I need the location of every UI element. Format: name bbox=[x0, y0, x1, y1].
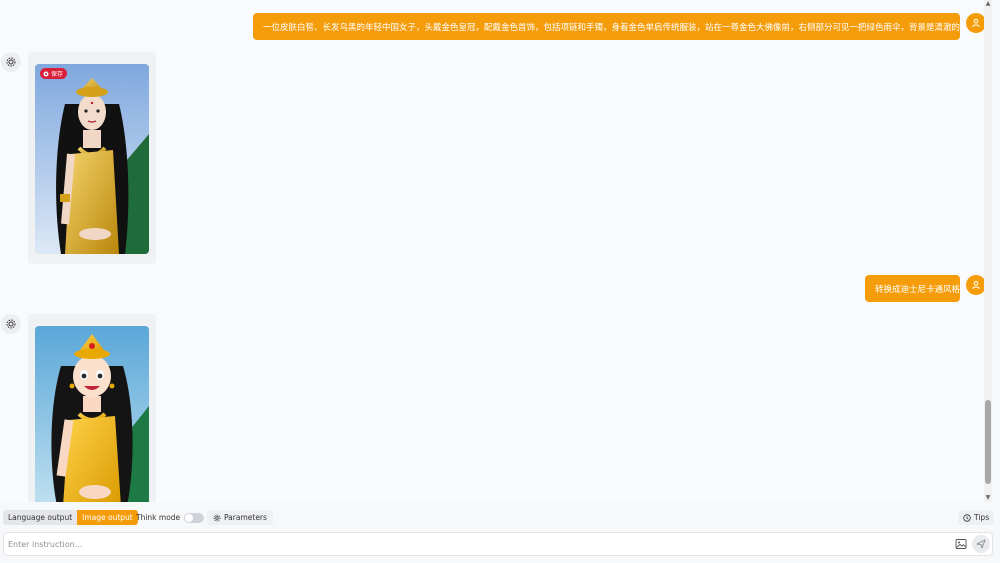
language-output-button[interactable]: Language output bbox=[3, 510, 78, 525]
switch-knob bbox=[185, 513, 194, 522]
generated-image[interactable]: 保存 bbox=[35, 64, 149, 254]
think-mode-label: Think mode bbox=[136, 513, 181, 522]
user-icon bbox=[972, 281, 980, 290]
user-message-text: 转换成迪士尼卡通风格 bbox=[875, 284, 961, 295]
scroll-down-icon[interactable]: ▼ bbox=[984, 494, 992, 502]
send-button[interactable] bbox=[972, 535, 990, 553]
image-icon[interactable] bbox=[955, 538, 967, 550]
user-message-bubble: 转换成迪士尼卡通风格 bbox=[865, 275, 960, 302]
generated-image[interactable] bbox=[35, 326, 149, 502]
bot-image-card bbox=[28, 314, 156, 502]
scroll-thumb[interactable] bbox=[985, 400, 991, 484]
image-output-button[interactable]: Image output bbox=[77, 510, 138, 525]
think-mode: Think mode bbox=[136, 510, 205, 525]
instruction-input-bar bbox=[3, 532, 993, 556]
pin-icon bbox=[43, 71, 49, 76]
gear-icon bbox=[6, 57, 16, 67]
chat-area: 一位皮肤白皙、长发乌黑的年轻中国女子，头戴金色皇冠，配戴金色首饰，包括项链和手镯… bbox=[0, 0, 992, 502]
send-icon bbox=[976, 539, 986, 549]
chat-scrollbar[interactable]: ▲ ▼ bbox=[984, 0, 992, 502]
bot-avatar bbox=[1, 314, 21, 334]
save-badge-label: 保存 bbox=[51, 71, 64, 78]
tips-label: Tips bbox=[974, 513, 990, 522]
settings-icon bbox=[213, 514, 221, 521]
think-mode-switch[interactable] bbox=[184, 512, 205, 523]
output-mode-toggle: Language output Image output bbox=[3, 510, 138, 525]
user-avatar bbox=[966, 13, 986, 33]
bot-avatar bbox=[1, 52, 21, 72]
bot-image-card: 保存 bbox=[28, 52, 156, 264]
user-message-text: 一位皮肤白皙、长发乌黑的年轻中国女子，头戴金色皇冠，配戴金色首饰，包括项链和手镯… bbox=[263, 22, 992, 33]
scroll-up-icon[interactable]: ▲ bbox=[984, 0, 992, 8]
help-icon bbox=[963, 513, 971, 522]
parameters-button[interactable]: Parameters bbox=[207, 510, 273, 525]
parameters-label: Parameters bbox=[224, 513, 267, 522]
user-message-bubble: 一位皮肤白皙、长发乌黑的年轻中国女子，头戴金色皇冠，配戴金色首饰，包括项链和手镯… bbox=[253, 13, 992, 40]
tips-button[interactable]: Tips bbox=[958, 510, 995, 525]
save-badge[interactable]: 保存 bbox=[40, 68, 68, 79]
instruction-input[interactable] bbox=[8, 536, 938, 552]
user-avatar bbox=[966, 275, 986, 295]
user-icon bbox=[972, 19, 980, 28]
toolbar: Language output Image output Think mode … bbox=[0, 506, 1000, 528]
gear-icon bbox=[6, 319, 16, 329]
